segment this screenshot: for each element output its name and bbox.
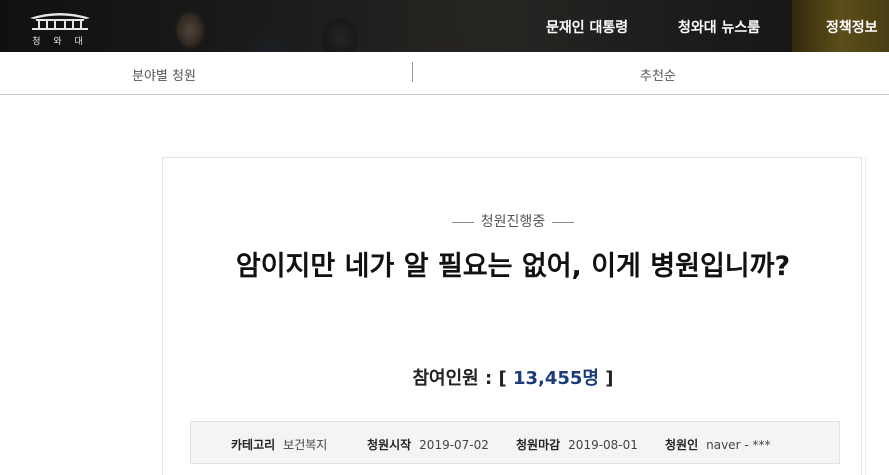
info-key: 청원시작 — [367, 438, 412, 452]
petition-title: 암이지만 네가 알 필요는 없어, 이게 병원입니까? — [235, 251, 791, 282]
status-right-dash — [552, 221, 575, 223]
status-left-dash — [451, 221, 474, 223]
info-value: 2019-08-01 — [568, 438, 638, 452]
participant-count: 참여인원 : [ 13,455명 ] — [163, 364, 863, 390]
tab-category[interactable]: 분야별 청원 — [132, 65, 196, 84]
participant-count-close: ] — [605, 368, 614, 389]
info-petitioner: 청원인 naver - *** — [665, 436, 770, 453]
adjacent-card-edge — [865, 157, 889, 475]
info-end-date: 청원마감 2019-08-01 — [516, 436, 638, 453]
info-value: 2019-07-02 — [419, 438, 489, 452]
info-value: naver - *** — [706, 438, 771, 452]
petition-sub-navigation: 분야별 청원 추천순 — [0, 52, 889, 95]
info-start-date: 청원시작 2019-07-02 — [367, 436, 489, 453]
top-navigation-bar: 청 와 대 문재인 대통령 청와대 뉴스룸 정책정보 — [0, 0, 889, 52]
status-label: 청원진행중 — [480, 214, 546, 230]
info-key: 카테고리 — [231, 438, 276, 452]
logo-text: 청 와 대 — [32, 37, 88, 47]
tab-sort-recommended[interactable]: 추천순 — [640, 65, 676, 84]
info-key: 청원인 — [665, 438, 699, 452]
cheongwadae-logo[interactable]: 청 와 대 — [22, 6, 98, 47]
nav-president[interactable]: 문재인 대통령 — [546, 17, 628, 37]
blue-house-roof-icon — [30, 13, 90, 30]
participant-count-label: 참여인원 : [ — [412, 368, 507, 389]
info-category: 카테고리 보건복지 — [231, 436, 327, 453]
info-key: 청원마감 — [516, 438, 561, 452]
petition-card: 청원진행중 암이지만 네가 알 필요는 없어, 이게 병원입니까? 참여인원 :… — [162, 157, 862, 475]
participant-count-value: 13,455명 — [512, 368, 599, 389]
info-value: 보건복지 — [283, 438, 328, 452]
petition-info-bar: 카테고리 보건복지 청원시작 2019-07-02 청원마감 2019-08-01 청… — [190, 421, 840, 464]
nav-policy-info[interactable]: 정책정보 — [826, 17, 878, 37]
nav-newsroom[interactable]: 청와대 뉴스룸 — [678, 17, 760, 37]
petition-status: 청원진행중 — [163, 211, 863, 231]
tab-divider — [412, 62, 413, 82]
